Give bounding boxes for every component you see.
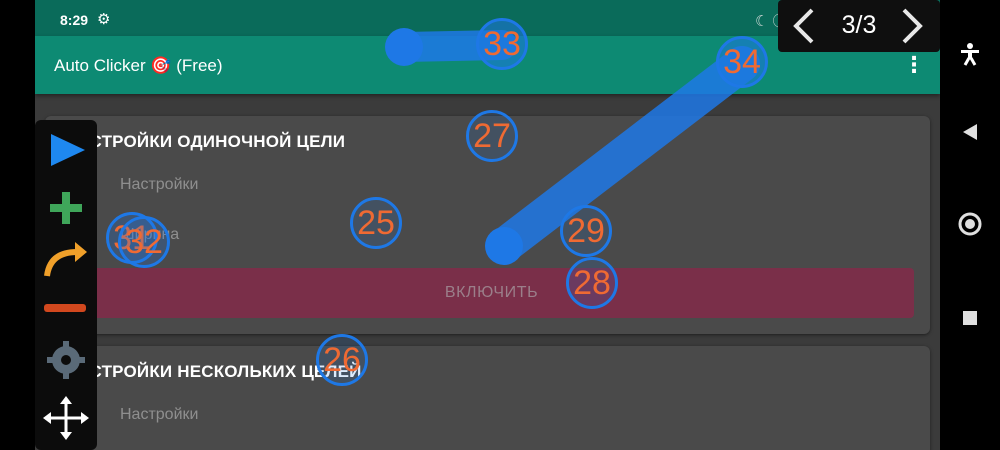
target-marker-33[interactable]: 33 (476, 18, 528, 70)
recents-icon[interactable] (962, 310, 978, 326)
target-marker-32[interactable]: 32 (118, 216, 170, 268)
swipe-path-34 (486, 46, 760, 264)
move-icon[interactable] (41, 396, 91, 440)
swipe-start-33[interactable] (385, 28, 423, 66)
target-marker-26[interactable]: 26 (316, 334, 368, 386)
target-marker-29[interactable]: 29 (560, 205, 612, 257)
chevron-right-icon[interactable] (898, 6, 928, 46)
accessibility-icon[interactable] (958, 42, 982, 66)
play-icon[interactable] (41, 128, 91, 172)
floating-toolbar (35, 120, 97, 450)
page-navigation: 3/3 (778, 0, 940, 52)
gear-icon[interactable] (41, 338, 91, 382)
target-marker-34[interactable]: 34 (716, 36, 768, 88)
target-marker-25[interactable]: 25 (350, 197, 402, 249)
remove-icon[interactable] (41, 286, 91, 330)
add-icon[interactable] (41, 186, 91, 230)
target-marker-27[interactable]: 27 (466, 110, 518, 162)
system-nav-bar (940, 0, 1000, 450)
swipe-start-34[interactable] (485, 227, 523, 265)
page-counter: 3/3 (841, 11, 877, 39)
target-marker-28[interactable]: 28 (566, 257, 618, 309)
home-icon[interactable] (958, 212, 982, 236)
back-icon[interactable] (961, 122, 979, 142)
swipe-arrow-icon[interactable] (41, 236, 91, 280)
chevron-left-icon[interactable] (788, 6, 818, 46)
